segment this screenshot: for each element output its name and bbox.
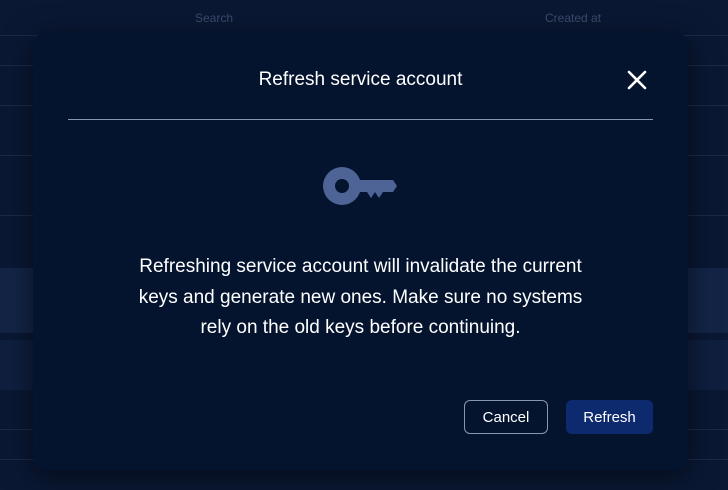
bg-header-row: Search Created at	[0, 0, 728, 36]
bg-column-search: Search	[195, 11, 234, 25]
dialog-divider	[68, 119, 653, 120]
refresh-button[interactable]: Refresh	[566, 400, 653, 434]
close-icon	[627, 70, 647, 90]
cancel-button[interactable]: Cancel	[464, 400, 548, 434]
refresh-service-account-dialog: Refresh service account Refreshing servi…	[33, 32, 688, 470]
key-icon	[323, 165, 397, 207]
bg-column-created: Created at	[545, 11, 602, 25]
dialog-title: Refresh service account	[258, 69, 463, 90]
dialog-message: Refreshing service account will invalida…	[138, 256, 583, 339]
close-button[interactable]	[625, 68, 649, 92]
